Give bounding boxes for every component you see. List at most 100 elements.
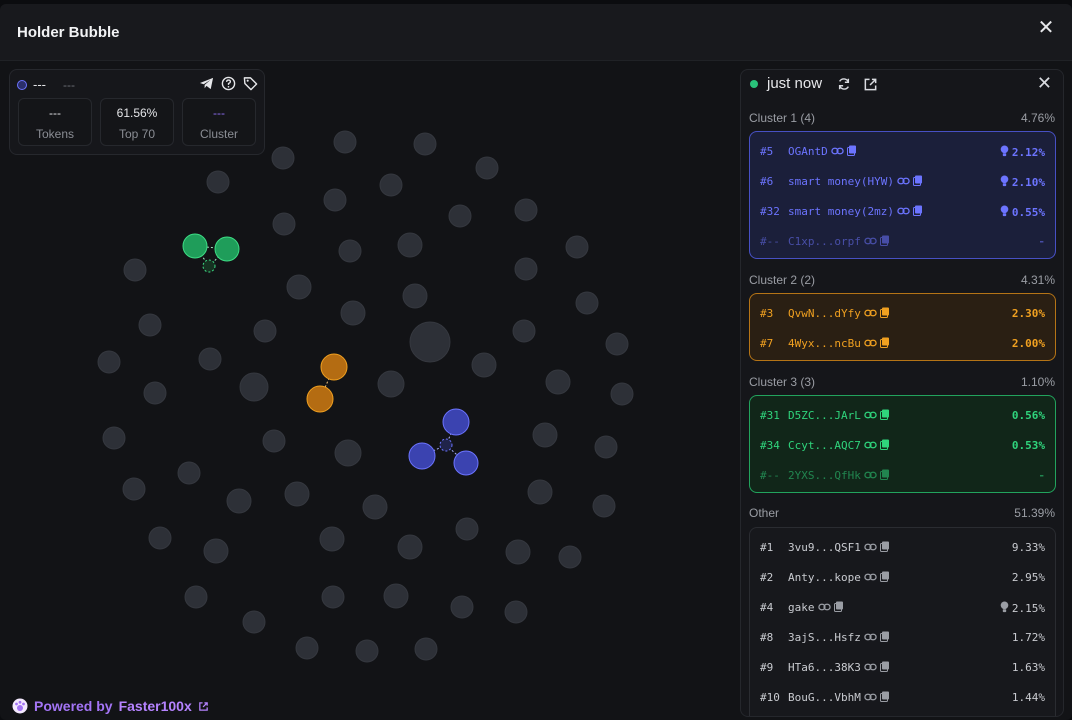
holder-bubble[interactable] <box>397 534 423 560</box>
holder-bubble[interactable] <box>340 300 366 326</box>
cluster3-bubble[interactable] <box>202 259 216 273</box>
holder-bubble[interactable] <box>102 426 126 450</box>
help-icon[interactable] <box>220 75 236 91</box>
cluster-row[interactable]: #5 OGAntD 2.12% <box>750 136 1055 166</box>
holder-bubble[interactable] <box>148 526 172 550</box>
holder-bubble[interactable] <box>333 130 357 154</box>
holder-address[interactable]: 3vu9...QSF1 <box>788 541 861 554</box>
other-row[interactable]: #9 HTa6...38K3 1.63% <box>750 652 1055 682</box>
holder-bubble[interactable] <box>338 239 362 263</box>
holder-bubble[interactable] <box>402 283 428 309</box>
holder-bubble[interactable] <box>575 291 599 315</box>
holder-address[interactable]: HTa6...38K3 <box>788 661 861 674</box>
cluster1-bubble[interactable] <box>442 408 470 436</box>
holder-bubble[interactable] <box>397 232 423 258</box>
holder-bubble[interactable] <box>334 439 362 467</box>
holder-bubble[interactable] <box>272 212 296 236</box>
tag-icon[interactable] <box>242 75 258 91</box>
holder-bubble[interactable] <box>545 369 571 395</box>
cluster2-bubble[interactable] <box>306 385 334 413</box>
powered-by-link[interactable]: Powered by Faster100x <box>12 698 209 714</box>
holder-bubble[interactable] <box>383 583 409 609</box>
holder-address[interactable]: Anty...kope <box>788 571 861 584</box>
holder-bubble[interactable] <box>284 481 310 507</box>
holder-bubble[interactable] <box>286 274 312 300</box>
holder-bubble[interactable] <box>362 494 388 520</box>
open-external-icon[interactable] <box>861 75 879 93</box>
holder-bubble[interactable] <box>295 636 319 660</box>
holder-bubble[interactable] <box>138 313 162 337</box>
cluster1-bubble[interactable] <box>453 450 479 476</box>
holder-address[interactable]: smart money(HYW) <box>788 175 894 188</box>
holder-bubble[interactable] <box>321 585 345 609</box>
holder-bubble[interactable] <box>610 382 634 406</box>
holder-bubble[interactable] <box>319 526 345 552</box>
bubble-map[interactable] <box>0 61 735 720</box>
other-row[interactable]: #2 Anty...kope 2.95% <box>750 562 1055 592</box>
cluster-row[interactable]: #6 smart money(HYW) 2.10% <box>750 166 1055 196</box>
holder-address[interactable]: D5ZC...JArL <box>788 409 861 422</box>
holder-bubble[interactable] <box>242 610 266 634</box>
holder-bubble[interactable] <box>409 321 451 363</box>
holder-bubble[interactable] <box>253 319 277 343</box>
holder-bubble[interactable] <box>475 156 499 180</box>
cluster-row[interactable]: #-- C1xp...orpf - <box>750 226 1055 256</box>
panel-close-icon[interactable]: ✕ <box>1037 73 1052 94</box>
holder-bubble[interactable] <box>377 370 405 398</box>
holder-address[interactable]: 4Wyx...ncBu <box>788 337 861 350</box>
holder-bubble[interactable] <box>450 595 474 619</box>
close-icon[interactable]: ✕ <box>1034 16 1058 40</box>
telegram-icon[interactable] <box>198 75 214 91</box>
cluster-row[interactable]: #-- 2YXS...QfHk - <box>750 460 1055 490</box>
holder-bubble[interactable] <box>413 132 437 156</box>
holder-bubble[interactable] <box>592 494 616 518</box>
holder-address[interactable]: QvwN...dYfy <box>788 307 861 320</box>
holder-bubble[interactable] <box>448 204 472 228</box>
holder-address[interactable]: 2YXS...QfHk <box>788 469 861 482</box>
holder-bubble[interactable] <box>271 146 295 170</box>
cluster-row[interactable]: #3 QvwN...dYfy 2.30% <box>750 298 1055 328</box>
holder-bubble[interactable] <box>122 477 146 501</box>
holder-bubble[interactable] <box>239 372 269 402</box>
cluster-row[interactable]: #31 D5ZC...JArL 0.56% <box>750 400 1055 430</box>
holder-address[interactable]: C1xp...orpf <box>788 235 861 248</box>
refresh-icon[interactable] <box>835 75 853 93</box>
holder-bubble[interactable] <box>123 258 147 282</box>
holder-bubble[interactable] <box>323 188 347 212</box>
holder-address[interactable]: OGAntD <box>788 145 828 158</box>
holder-bubble[interactable] <box>505 539 531 565</box>
cluster2-bubble[interactable] <box>320 353 348 381</box>
holder-bubble[interactable] <box>565 235 589 259</box>
other-row[interactable]: #8 3ajS...Hsfz 1.72% <box>750 622 1055 652</box>
holder-bubble[interactable] <box>97 350 121 374</box>
holder-bubble[interactable] <box>594 435 618 459</box>
holder-bubble[interactable] <box>605 332 629 356</box>
holder-bubble[interactable] <box>262 429 286 453</box>
holder-address[interactable]: 3ajS...Hsfz <box>788 631 861 644</box>
cluster-row[interactable]: #7 4Wyx...ncBu 2.00% <box>750 328 1055 358</box>
cluster1-bubble[interactable] <box>439 438 453 452</box>
holder-bubble[interactable] <box>514 198 538 222</box>
holder-bubble[interactable] <box>558 545 582 569</box>
holder-bubble[interactable] <box>355 639 379 663</box>
holder-address[interactable]: BouG...VbhM <box>788 691 861 704</box>
holder-bubble[interactable] <box>514 257 538 281</box>
other-row[interactable]: #10 BouG...VbhM 1.44% <box>750 682 1055 712</box>
cluster-row[interactable]: #32 smart money(2mz) 0.55% <box>750 196 1055 226</box>
holder-bubble[interactable] <box>527 479 553 505</box>
holder-bubble[interactable] <box>455 517 479 541</box>
holder-address[interactable]: gake <box>788 601 815 614</box>
holder-address[interactable]: Ccyt...AQC7 <box>788 439 861 452</box>
holder-bubble[interactable] <box>379 173 403 197</box>
holder-bubble[interactable] <box>203 538 229 564</box>
holder-bubble[interactable] <box>532 422 558 448</box>
holder-bubble[interactable] <box>512 319 536 343</box>
bubble-canvas[interactable] <box>0 61 735 720</box>
cluster3-bubble[interactable] <box>214 236 240 262</box>
holder-bubble[interactable] <box>206 170 230 194</box>
holder-bubble[interactable] <box>471 352 497 378</box>
other-row[interactable]: #4 gake 2.15% <box>750 592 1055 622</box>
holder-address[interactable]: smart money(2mz) <box>788 205 894 218</box>
holder-bubble[interactable] <box>177 461 201 485</box>
cluster-row[interactable]: #34 Ccyt...AQC7 0.53% <box>750 430 1055 460</box>
